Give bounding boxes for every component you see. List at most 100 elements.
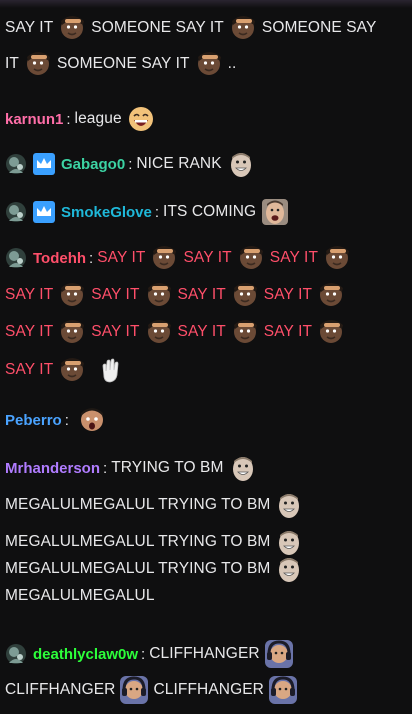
saluting-man-emote[interactable] <box>57 280 87 310</box>
username-separator: : <box>154 203 160 221</box>
message-text: ITS COMING <box>163 203 257 220</box>
message-text: MEGALULMEGALUL <box>5 587 155 604</box>
surprised-man-emote[interactable] <box>77 405 107 435</box>
chat-message-line: SAY IT SAY IT SAY IT SAY IT <box>0 276 412 313</box>
grinning-man-emote[interactable] <box>274 527 304 557</box>
chat-message-line: MEGALULMEGALUL TRYING TO BM <box>0 558 412 582</box>
chat-message: SAY IT SOMEONE SAY IT SOMEONE SAY IT SOMEONE… <box>0 10 412 82</box>
saluting-man-emote[interactable] <box>194 49 224 79</box>
username-link[interactable]: karnun1 <box>5 111 63 128</box>
username-separator: : <box>141 645 146 663</box>
message-text: SAY IT <box>5 361 54 378</box>
message-text: CLIFFHANGER <box>5 681 116 698</box>
message-text: MEGALULMEGALUL TRYING TO BM <box>5 532 271 550</box>
saluting-man-emote[interactable] <box>57 13 87 43</box>
username-link[interactable]: deathlyclaw0w <box>33 646 138 663</box>
message-text: SAY IT <box>91 285 140 303</box>
crown-badge-icon <box>33 153 55 175</box>
message-text: .. <box>227 55 237 72</box>
saluting-man-emote[interactable] <box>57 355 87 385</box>
chat-message-line: MEGALULMEGALUL TRYING TO BM <box>0 486 412 523</box>
chat-message: Todehh: SAY IT SAY IT SAY IT SAY IT SAY IT SAY… <box>0 240 412 389</box>
grinning-man-emote[interactable] <box>274 490 304 520</box>
saluting-man-emote[interactable] <box>236 243 266 273</box>
saluting-man-emote[interactable] <box>144 317 174 347</box>
chat-message-line: Gabago0: NICE RANK <box>0 146 412 182</box>
laughing-face-emote[interactable] <box>126 104 156 134</box>
saluting-man-emote[interactable] <box>322 243 352 273</box>
avatar-badge-icon <box>5 247 27 269</box>
chat-message-line: Mrhanderson: TRYING TO BM <box>0 450 412 486</box>
chat-message-line: SAY IT SAY IT SAY IT SAY IT <box>0 313 412 351</box>
username-link[interactable]: Todehh <box>33 250 86 267</box>
headset-man-emote[interactable] <box>264 639 294 669</box>
chat-log[interactable]: SAY IT SOMEONE SAY IT SOMEONE SAY IT SOMEONE… <box>0 0 412 714</box>
message-text: SAY IT <box>5 323 54 340</box>
message-text: SOMEONE SAY IT <box>56 55 190 72</box>
chat-message-line: SAY IT <box>0 351 412 389</box>
chat-message-line: IT SOMEONE SAY IT.. <box>0 46 412 82</box>
message-text: league <box>74 110 122 127</box>
message-text: NICE RANK <box>136 155 222 172</box>
avatar-badge-icon <box>5 201 27 223</box>
username-link[interactable]: Mrhanderson <box>5 460 100 477</box>
saluting-man-emote[interactable] <box>23 49 53 79</box>
chat-message: karnun1: league <box>0 102 412 136</box>
headset-man-emote[interactable] <box>268 675 298 705</box>
username-link[interactable]: Peberro <box>5 412 62 429</box>
chat-message-line: MEGALULMEGALUL <box>0 578 412 614</box>
message-text: SAY IT <box>263 285 313 303</box>
chat-top-fade <box>0 0 412 8</box>
username-separator: : <box>66 110 71 128</box>
message-text: MEGALULMEGALUL TRYING TO BM <box>5 495 271 513</box>
username-separator: : <box>103 459 108 477</box>
message-text: SAY IT <box>177 285 226 303</box>
message-text: CLIFFHANGER <box>153 681 264 698</box>
chat-message-line: CLIFFHANGER CLIFFHANGER <box>0 672 412 708</box>
message-text: SOMEONE SAY <box>261 19 377 36</box>
saluting-man-emote[interactable] <box>149 243 179 273</box>
waving-hand-emote[interactable] <box>95 355 125 385</box>
chat-message-line: karnun1: league <box>0 102 412 136</box>
username-link[interactable]: Gabago0 <box>61 156 125 173</box>
grinning-man-emote[interactable] <box>228 453 258 483</box>
saluting-man-emote[interactable] <box>230 280 260 310</box>
chat-message: deathlyclaw0w: CLIFFHANGER CLIFFHANGER CLIF… <box>0 636 412 708</box>
saluting-man-emote[interactable] <box>230 317 260 347</box>
username-separator: : <box>128 155 133 173</box>
message-text: SAY IT <box>177 323 226 340</box>
saluting-man-emote[interactable] <box>57 317 87 347</box>
headset-man-emote[interactable] <box>119 675 149 705</box>
cheering-man-emote[interactable] <box>260 197 290 227</box>
avatar-badge-icon <box>5 153 27 175</box>
message-text: SAY IT <box>269 249 319 266</box>
message-text: MEGALULMEGALUL TRYING TO BM <box>5 560 271 577</box>
chat-message: SmokeGlove: ITS COMING <box>0 194 412 230</box>
username-separator: : <box>89 249 94 267</box>
chat-message-line: MEGALULMEGALUL TRYING TO BM <box>0 523 412 560</box>
chat-message-line: SAY IT SOMEONE SAY IT SOMEONE SAY <box>0 10 412 46</box>
message-text: SAY IT <box>263 323 313 340</box>
message-text: SAY IT <box>91 323 140 340</box>
chat-message-line: Todehh: SAY IT SAY IT SAY IT <box>0 240 412 276</box>
grinning-man-emote[interactable] <box>274 554 304 584</box>
message-text: SAY IT <box>5 285 54 303</box>
chat-message-line: deathlyclaw0w: CLIFFHANGER <box>0 636 412 672</box>
saluting-man-emote[interactable] <box>144 280 174 310</box>
message-text: SAY IT <box>183 249 232 266</box>
chat-message: Gabago0: NICE RANK <box>0 146 412 182</box>
username-link[interactable]: SmokeGlove <box>61 204 152 221</box>
grinning-man-emote[interactable] <box>226 149 256 179</box>
message-text: SAY IT <box>5 19 54 36</box>
crown-badge-icon <box>33 201 55 223</box>
chat-message: Peberro: <box>0 402 412 438</box>
saluting-man-emote[interactable] <box>228 13 258 43</box>
message-text: IT <box>5 55 19 72</box>
saluting-man-emote[interactable] <box>316 280 346 310</box>
saluting-man-emote[interactable] <box>316 317 346 347</box>
message-text: CLIFFHANGER <box>149 645 260 662</box>
message-text: TRYING TO BM <box>111 459 224 476</box>
message-text: SOMEONE SAY IT <box>91 19 224 36</box>
chat-message: Mrhanderson: TRYING TO BM MEGALULMEGALUL T… <box>0 450 412 614</box>
avatar-badge-icon <box>5 643 27 665</box>
